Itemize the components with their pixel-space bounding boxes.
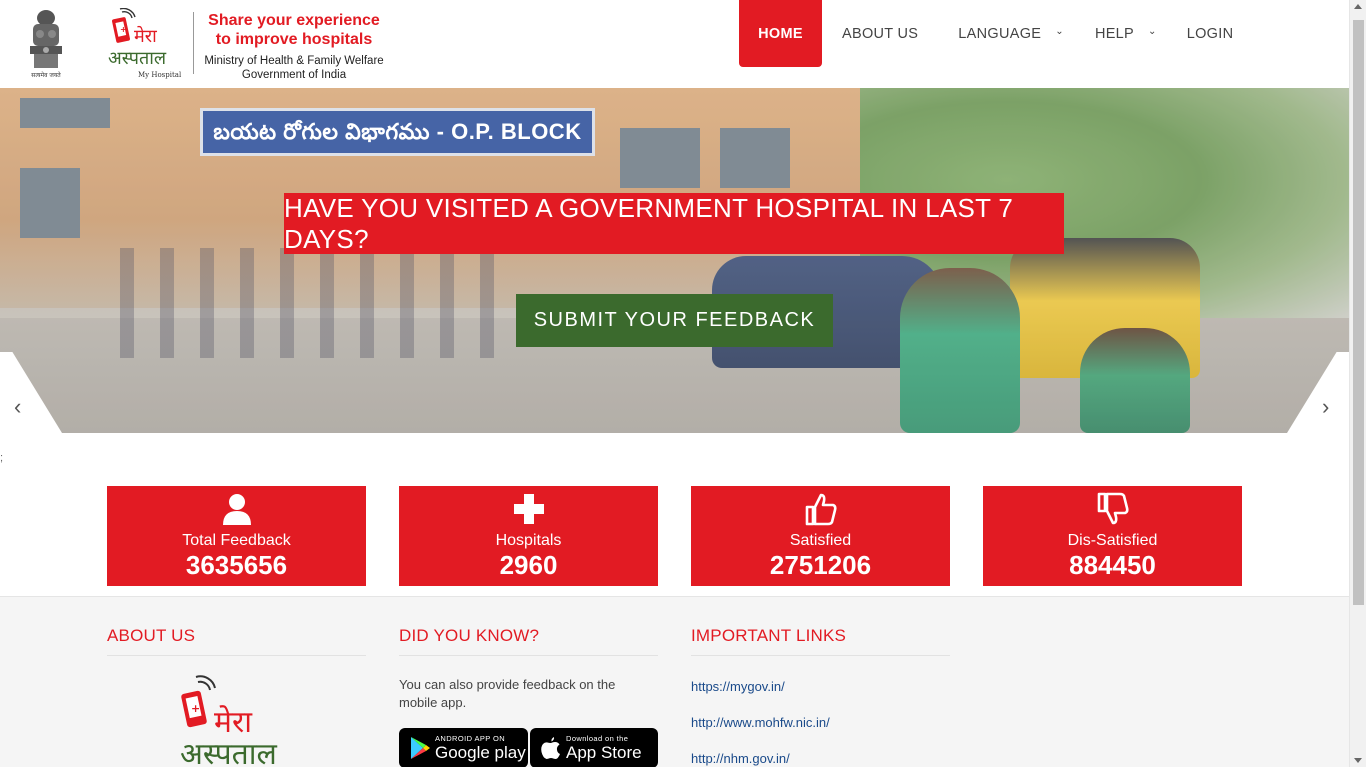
svg-text:मेरा: मेरा <box>134 25 157 47</box>
svg-text:अस्पताल: अस्पताल <box>180 737 277 767</box>
main-nav: HOME ABOUT US LANGUAGE ⌄ HELP ⌄ LOGIN <box>739 0 1233 67</box>
thumbs-down-icon <box>1097 492 1129 525</box>
google-play-big-text: Google play <box>435 742 526 762</box>
link-nhm[interactable]: http://nhm.gov.in/ <box>691 751 790 766</box>
tagline: Share your experience to improve hospita… <box>200 11 388 49</box>
important-links-title: IMPORTANT LINKS <box>691 626 847 645</box>
mera-aspatal-logo: + मेरा अस्पताल <box>180 675 277 767</box>
app-store-small-text: Download on the <box>566 733 629 743</box>
stat-hospitals: Hospitals 2960 <box>399 486 658 586</box>
nav-about-label: ABOUT US <box>842 25 919 42</box>
hero-slider: బయట రోగుల విభాగము - O.P. BLOCK <box>0 88 1349 433</box>
chevron-left-icon[interactable]: ‹ <box>14 394 21 420</box>
about-us-title: ABOUT US <box>107 626 196 645</box>
scroll-down-icon[interactable] <box>1354 758 1362 763</box>
nav-language[interactable]: LANGUAGE ⌄ <box>958 0 1064 67</box>
chevron-right-icon[interactable]: › <box>1322 394 1329 420</box>
google-play-icon <box>411 737 430 759</box>
thumbs-up-icon <box>805 493 837 526</box>
did-you-know-text: You can also provide feedback on the mob… <box>399 677 616 710</box>
emblem-caption: सत्यमेव जयते <box>31 71 61 79</box>
stat-label: Satisfied <box>789 532 852 549</box>
stat-value: 2960 <box>499 550 558 580</box>
divider <box>691 655 950 656</box>
stat-total-feedback: Total Feedback 3635656 <box>107 486 366 586</box>
scrollbar-thumb[interactable] <box>1353 20 1364 605</box>
nav-help[interactable]: HELP ⌄ <box>1095 0 1157 67</box>
hero-question-banner: HAVE YOU VISITED A GOVERNMENT HOSPITAL I… <box>284 193 1064 254</box>
site-header: सत्यमेव जयते + मेरा अस्पताल My Hospital … <box>0 0 1349 88</box>
plus-icon <box>513 494 544 524</box>
stat-label: Dis-Satisfied <box>1067 532 1158 549</box>
chevron-down-icon: ⌄ <box>1148 26 1157 37</box>
national-emblem-logo[interactable]: सत्यमेव जयते <box>24 6 68 80</box>
stray-text: ; <box>0 452 4 464</box>
tagline-line2: to improve hospitals <box>215 31 373 48</box>
ministry-line2: Government of India <box>241 69 347 81</box>
stat-label: Hospitals <box>495 532 562 549</box>
chevron-down-icon: ⌄ <box>1055 26 1064 37</box>
svg-text:मेरा: मेरा <box>214 705 253 740</box>
nav-home-label: HOME <box>758 25 803 42</box>
apple-icon <box>541 737 560 759</box>
stat-label: Total Feedback <box>182 532 291 549</box>
svg-text:+: + <box>120 25 127 34</box>
stat-value: 2751206 <box>769 550 872 580</box>
nav-language-label: LANGUAGE <box>958 25 1042 42</box>
app-store-big-text: App Store <box>566 742 642 762</box>
stat-value: 884450 <box>1069 550 1156 580</box>
ministry-name: Ministry of Health & Family Welfare Gove… <box>198 54 390 82</box>
stat-satisfied: Satisfied 2751206 <box>691 486 950 586</box>
nav-login[interactable]: LOGIN <box>1187 0 1234 67</box>
divider <box>107 655 366 656</box>
page-scrollbar[interactable] <box>1349 0 1366 767</box>
link-mohfw[interactable]: http://www.mohfw.nic.in/ <box>691 715 830 730</box>
stat-value: 3635656 <box>185 550 288 580</box>
did-you-know-title: DID YOU KNOW? <box>399 626 540 645</box>
stat-dissatisfied: Dis-Satisfied 884450 <box>983 486 1242 586</box>
nav-about-us[interactable]: ABOUT US <box>842 0 918 67</box>
scroll-up-icon[interactable] <box>1354 4 1362 9</box>
divider <box>399 655 658 656</box>
ministry-line1: Ministry of Health & Family Welfare <box>204 55 384 67</box>
user-icon <box>222 494 251 525</box>
link-mygov[interactable]: https://mygov.in/ <box>691 679 785 694</box>
mera-aspatal-logo[interactable]: + मेरा अस्पताल My Hospital <box>108 8 188 80</box>
nav-home[interactable]: HOME <box>739 0 822 67</box>
brand-divider <box>193 12 194 74</box>
svg-text:अस्पताल: अस्पताल <box>108 48 167 69</box>
nav-help-label: HELP <box>1094 25 1135 42</box>
svg-text:+: + <box>191 702 200 715</box>
tagline-line1: Share your experience <box>208 12 380 29</box>
brand-english-name: My Hospital <box>138 71 182 79</box>
nav-login-label: LOGIN <box>1186 25 1234 42</box>
app-store-badge[interactable]: Download on the App Store <box>530 728 658 767</box>
google-play-badge[interactable]: ANDROID APP ON Google play <box>399 728 528 767</box>
submit-feedback-button[interactable]: SUBMIT YOUR FEEDBACK <box>516 294 833 347</box>
google-play-small-text: ANDROID APP ON <box>435 733 506 743</box>
